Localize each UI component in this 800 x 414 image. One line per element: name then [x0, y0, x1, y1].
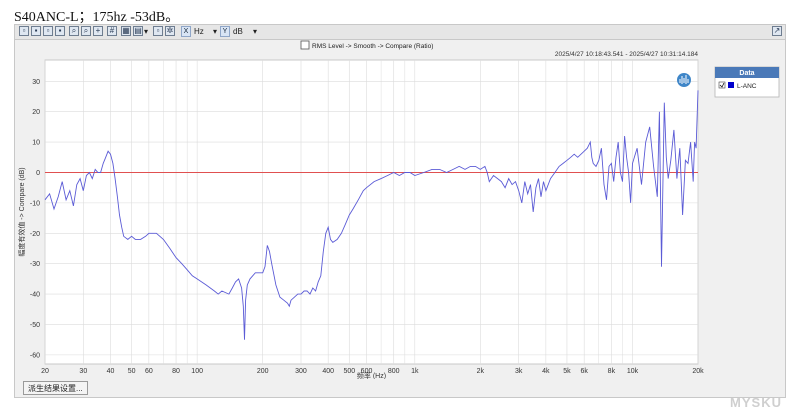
legend-header-label: Data: [739, 70, 754, 77]
y-tick-label: -10: [30, 200, 40, 207]
process-chain-icon: [300, 40, 310, 50]
y-axis-button[interactable]: Y: [220, 26, 230, 37]
x-tick-label: 2k: [477, 368, 485, 375]
plot-background: [44, 59, 699, 365]
x-tick-label: 200: [257, 368, 269, 375]
legend-swatch-l-anc: [728, 82, 734, 88]
x-tick-label: 8k: [608, 368, 616, 375]
x-tick-label: 20k: [692, 368, 704, 375]
y-tick-label: 0: [36, 170, 40, 177]
settings-icon[interactable]: ▫: [153, 26, 163, 36]
x-tick-label: 10k: [627, 368, 639, 375]
timestamp-range: 2025/4/27 10:18:43.541 - 2025/4/27 10:31…: [555, 51, 699, 58]
chart-type-dropdown-icon[interactable]: ▾: [144, 26, 148, 37]
x-axis-title: 频率 (Hz): [357, 371, 386, 379]
y-tick-label: -40: [30, 292, 40, 299]
derived-settings-button[interactable]: 派生结果设置...: [23, 381, 88, 395]
x-axis-dropdown-icon[interactable]: ▾: [213, 26, 217, 37]
analyzer-window: ▫ ▪ ▫ ▪ ⌕ ⌕ + # ▦ ▤ ▾ ▫ ✲ X Hz ▾ Y dB ▾ …: [14, 24, 786, 398]
x-tick-label: 1k: [411, 368, 419, 375]
zoom-icon[interactable]: ⌕: [69, 26, 79, 36]
fit-icon[interactable]: +: [93, 26, 103, 36]
external-link-icon[interactable]: ↗: [772, 26, 782, 36]
legend-label-l-anc: L-ANC: [737, 83, 757, 90]
x-tick-label: 60: [145, 368, 153, 375]
legend-panel: Data L-ANC: [714, 66, 780, 98]
x-tick-label: 4k: [542, 368, 550, 375]
gear-icon[interactable]: ✲: [165, 26, 175, 36]
x-tick-label: 20: [41, 368, 49, 375]
x-tick-label: 300: [295, 368, 307, 375]
chart-area[interactable]: RMS Level -> Smooth -> Compare (Ratio) 2…: [15, 39, 785, 379]
save-icon[interactable]: ▪: [31, 26, 41, 36]
x-tick-label: 100: [191, 368, 203, 375]
zoom-out-icon[interactable]: ⌕: [81, 26, 91, 36]
process-chain-title: RMS Level -> Smooth -> Compare (Ratio): [300, 40, 433, 50]
x-tick-label: 30: [79, 368, 87, 375]
table-icon[interactable]: ▦: [121, 26, 131, 36]
y-tick-label: -60: [30, 352, 40, 359]
x-tick-label: 50: [128, 368, 136, 375]
watermark: MYSKU: [730, 395, 782, 410]
x-tick-label: 500: [343, 368, 355, 375]
open-icon[interactable]: ▫: [19, 26, 29, 36]
x-tick-label: 5k: [563, 368, 571, 375]
y-tick-label: 10: [32, 140, 40, 147]
y-axis-unit-select[interactable]: dB: [233, 26, 243, 37]
chart-type-icon[interactable]: ▤: [133, 26, 143, 36]
y-tick-label: 30: [32, 79, 40, 86]
print-icon[interactable]: ▪: [55, 26, 65, 36]
sound-logo-icon: [677, 73, 691, 87]
x-axis-unit-select[interactable]: Hz: [194, 26, 204, 37]
x-tick-label: 40: [107, 368, 115, 375]
chart-toolbar: ▫ ▪ ▫ ▪ ⌕ ⌕ + # ▦ ▤ ▾ ▫ ✲ X Hz ▾ Y dB ▾ …: [15, 25, 785, 40]
y-tick-label: -50: [30, 322, 40, 329]
x-tick-label: 800: [388, 368, 400, 375]
x-tick-label: 400: [322, 368, 334, 375]
x-tick-label: 80: [172, 368, 180, 375]
x-tick-label: 6k: [580, 368, 588, 375]
y-axis-title: 幅度有效值 -> Compare (dB): [17, 167, 26, 256]
x-tick-label: 3k: [515, 368, 523, 375]
export-icon[interactable]: ▫: [43, 26, 53, 36]
process-chain-label: RMS Level -> Smooth -> Compare (Ratio): [312, 43, 433, 50]
y-tick-label: 20: [32, 109, 40, 116]
y-tick-label: -20: [30, 231, 40, 238]
y-tick-labels: 30 20 10 0 -10 -20 -30 -40 -50 -60: [30, 79, 40, 360]
y-axis-dropdown-icon[interactable]: ▾: [253, 26, 257, 37]
grid-icon[interactable]: #: [107, 26, 117, 36]
y-tick-label: -30: [30, 261, 40, 268]
x-axis-button[interactable]: X: [181, 26, 191, 37]
page-title: S40ANC-L；175hz -53dB。: [14, 10, 180, 25]
